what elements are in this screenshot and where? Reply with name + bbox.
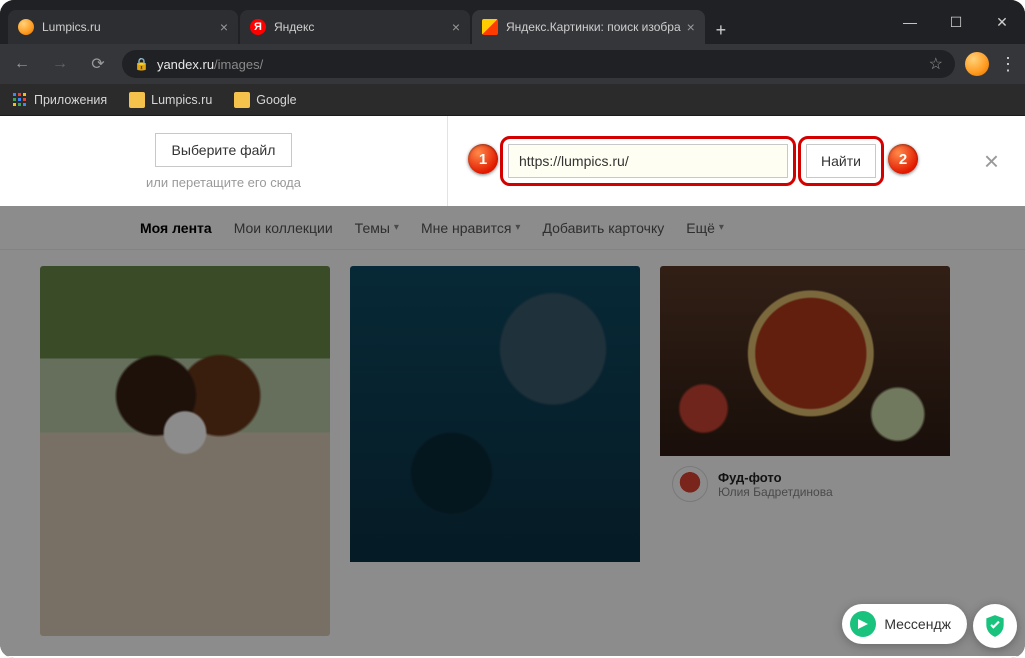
bookmark-star-icon[interactable]: ☆ <box>929 54 943 74</box>
url-search-zone: 1 Найти 2 × <box>448 116 1025 206</box>
menu-button[interactable]: ⋮ <box>999 54 1017 75</box>
maximize-button[interactable]: ☐ <box>933 0 979 44</box>
browser-tab[interactable]: Я Яндекс × <box>240 10 470 44</box>
annotation-badge-1: 1 <box>468 144 498 174</box>
favicon-icon <box>482 19 498 35</box>
bookmark-label: Приложения <box>34 93 107 107</box>
url-path: /images/ <box>214 57 263 72</box>
choose-file-button[interactable]: Выберите файл <box>155 133 293 167</box>
close-tab-icon[interactable]: × <box>220 19 228 35</box>
folder-icon <box>129 92 145 108</box>
tab-title: Lumpics.ru <box>42 20 214 34</box>
messenger-widget[interactable]: Мессендж <box>842 604 967 644</box>
close-tab-icon[interactable]: × <box>452 19 460 35</box>
favicon-icon: Я <box>250 19 266 35</box>
drag-hint: или перетащите его сюда <box>146 175 301 190</box>
browser-tab[interactable]: Яндекс.Картинки: поиск изобра × <box>472 10 705 44</box>
url-host: yandex.ru <box>157 57 214 72</box>
play-icon <box>850 611 876 637</box>
minimize-button[interactable]: — <box>887 0 933 44</box>
bookmark-item[interactable]: Google <box>234 92 296 108</box>
folder-icon <box>234 92 250 108</box>
image-search-panel: Выберите файл или перетащите его сюда 1 … <box>0 116 1025 206</box>
bookmark-label: Google <box>256 93 296 107</box>
new-tab-button[interactable]: + <box>707 16 735 44</box>
bookmark-label: Lumpics.ru <box>151 93 212 107</box>
url-field[interactable]: 🔒 yandex.ru/images/ ☆ <box>122 50 955 78</box>
profile-avatar[interactable] <box>965 52 989 76</box>
messenger-label: Мессендж <box>884 616 951 632</box>
back-button[interactable]: ← <box>8 50 36 78</box>
window-controls: — ☐ ✕ <box>887 0 1025 44</box>
titlebar: Lumpics.ru × Я Яндекс × Яндекс.Картинки:… <box>0 0 1025 44</box>
bookmarks-bar: Приложения Lumpics.ru Google <box>0 84 1025 116</box>
close-tab-icon[interactable]: × <box>687 19 695 35</box>
address-bar: ← → ⟳ 🔒 yandex.ru/images/ ☆ ⋮ <box>0 44 1025 84</box>
reload-button[interactable]: ⟳ <box>84 50 112 78</box>
forward-button[interactable]: → <box>46 50 74 78</box>
close-panel-button[interactable]: × <box>978 146 1005 177</box>
close-window-button[interactable]: ✕ <box>979 0 1025 44</box>
file-drop-zone[interactable]: Выберите файл или перетащите его сюда <box>0 116 448 206</box>
shield-check-icon <box>982 613 1008 639</box>
underlying-page: Моя лента Мои коллекции Темы▾ Мне нравит… <box>0 206 1025 656</box>
dim-overlay <box>0 206 1025 656</box>
lock-icon: 🔒 <box>134 57 149 71</box>
page-content: Выберите файл или перетащите его сюда 1 … <box>0 116 1025 658</box>
image-url-input[interactable] <box>508 144 788 178</box>
browser-tab[interactable]: Lumpics.ru × <box>8 10 238 44</box>
tab-strip: Lumpics.ru × Я Яндекс × Яндекс.Картинки:… <box>0 10 887 44</box>
browser-window: Lumpics.ru × Я Яндекс × Яндекс.Картинки:… <box>0 0 1025 658</box>
security-badge[interactable] <box>973 604 1017 648</box>
find-button[interactable]: Найти <box>806 144 876 178</box>
tab-title: Яндекс <box>274 20 446 34</box>
bookmark-item[interactable]: Lumpics.ru <box>129 92 212 108</box>
apps-icon <box>12 92 28 108</box>
annotation-badge-2: 2 <box>888 144 918 174</box>
tab-title: Яндекс.Картинки: поиск изобра <box>506 20 681 34</box>
favicon-icon <box>18 19 34 35</box>
apps-shortcut[interactable]: Приложения <box>12 92 107 108</box>
